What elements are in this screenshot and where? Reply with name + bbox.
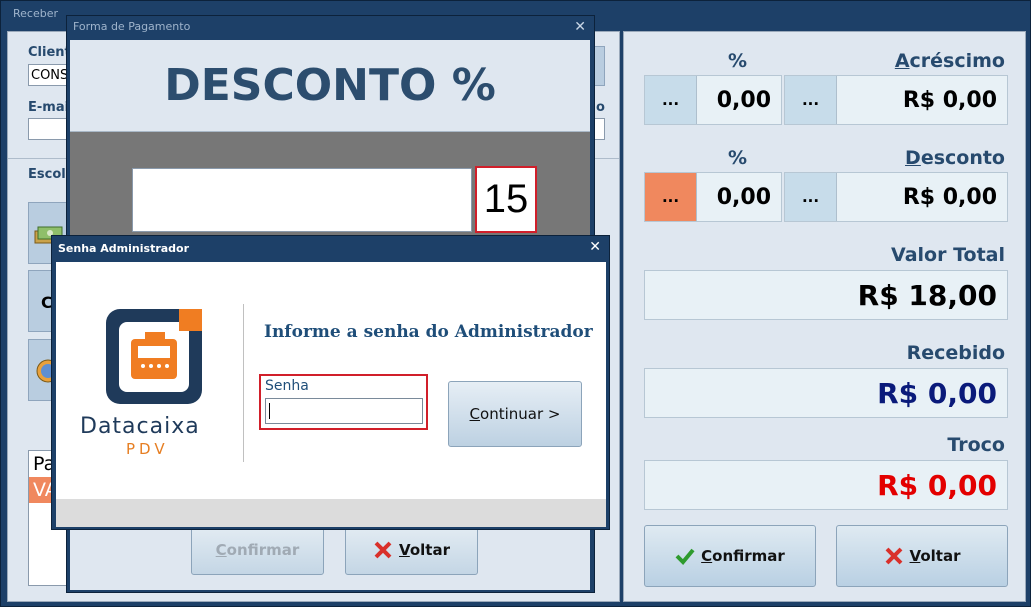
email-label: E-mai: [28, 100, 70, 115]
voltar-label: Voltar: [909, 547, 961, 565]
main-right-panel: % Acréscimo ... 0,00 ... R$ 0,00 % Desco…: [623, 31, 1026, 602]
voltar-button[interactable]: Voltar: [836, 525, 1008, 587]
logo-text: Datacaixa: [80, 414, 200, 439]
admin-password-dialog: Senha Administrador ✕ Datacaixa PDV Info…: [51, 235, 610, 530]
desconto-value: R$ 0,00: [902, 185, 997, 210]
valor-total-label: Valor Total: [891, 244, 1005, 266]
admin-dialog-title: Senha Administrador: [58, 242, 190, 255]
desconto-pct-button[interactable]: ...: [645, 173, 697, 221]
divider: [243, 304, 244, 462]
payment-voltar-label: Voltar: [399, 541, 450, 559]
acrescimo-pct-box: ... 0,00: [644, 75, 782, 125]
side-label-o: o: [596, 100, 605, 115]
acrescimo-value-button[interactable]: ...: [785, 76, 837, 124]
text-caret: [269, 403, 270, 419]
acrescimo-label: Acréscimo: [894, 50, 1005, 72]
recebido-value: R$ 0,00: [877, 377, 997, 410]
continuar-label: Continuar >: [469, 405, 561, 423]
payment-heading: DESCONTO %: [70, 40, 590, 132]
acrescimo-value-box: ... R$ 0,00: [784, 75, 1008, 125]
acrescimo-value: R$ 0,00: [902, 88, 997, 113]
senha-field-group: Senha: [259, 374, 428, 430]
recebido-box: R$ 0,00: [644, 368, 1008, 418]
confirmar-button[interactable]: Confirmar: [644, 525, 816, 587]
close-icon: [885, 547, 902, 565]
datacaixa-logo-icon: [106, 309, 202, 404]
admin-dialog-close-icon[interactable]: ✕: [589, 239, 601, 255]
confirmar-label: Confirmar: [701, 547, 785, 565]
senha-input[interactable]: [265, 398, 423, 424]
desconto-pct-label: %: [728, 147, 748, 169]
desconto-value-button[interactable]: ...: [785, 173, 837, 221]
troco-label: Troco: [947, 434, 1005, 456]
payment-number-display[interactable]: 15: [475, 166, 537, 233]
payment-confirmar-button[interactable]: Confirmar: [191, 525, 324, 575]
payment-dialog-close-icon[interactable]: ✕: [574, 19, 586, 35]
payment-dialog-title: Forma de Pagamento: [73, 20, 191, 33]
escolha-label: Escol: [28, 167, 66, 182]
admin-dialog-heading: Informe a senha do Administrador: [264, 322, 593, 342]
valor-total-value: R$ 18,00: [857, 279, 997, 312]
payment-confirmar-label: Confirmar: [215, 541, 300, 559]
desconto-value-box: ... R$ 0,00: [784, 172, 1008, 222]
troco-box: R$ 0,00: [644, 460, 1008, 510]
acrescimo-pct-label: %: [728, 50, 748, 72]
check-icon: [675, 548, 695, 565]
payment-text-field[interactable]: [132, 168, 472, 232]
close-icon: [374, 541, 392, 559]
acrescimo-pct-button[interactable]: ...: [645, 76, 697, 124]
continuar-button[interactable]: Continuar >: [448, 381, 582, 447]
senha-label: Senha: [265, 378, 309, 394]
admin-dialog-footer: [56, 499, 606, 527]
cliente-label: Client: [28, 45, 71, 60]
desconto-label: Desconto: [905, 147, 1005, 169]
troco-value: R$ 0,00: [877, 469, 997, 502]
valor-total-box: R$ 18,00: [644, 270, 1008, 320]
acrescimo-pct-value: 0,00: [716, 88, 771, 113]
logo-subtext: PDV: [126, 440, 169, 458]
desconto-pct-box: ... 0,00: [644, 172, 782, 222]
payment-voltar-button[interactable]: Voltar: [345, 525, 478, 575]
desconto-pct-value: 0,00: [716, 185, 771, 210]
admin-dialog-body: Datacaixa PDV Informe a senha do Adminis…: [56, 262, 606, 527]
recebido-label: Recebido: [906, 342, 1005, 364]
